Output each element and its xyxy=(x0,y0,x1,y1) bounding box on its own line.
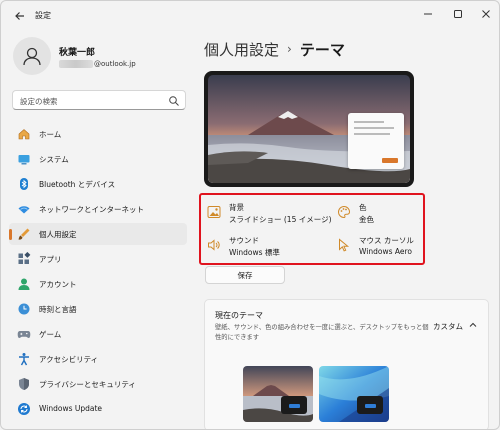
sidebar-item-time-language[interactable]: 時刻と言語 xyxy=(9,298,187,320)
background-value: スライドショー (15 イメージ) xyxy=(229,215,332,224)
theme-options-highlight: 背景 スライドショー (15 イメージ) 色 金色 サウンド Windows 標… xyxy=(199,193,425,265)
current-theme-description: 壁紙、サウンド、色の組み合わせを一度に選ぶと、デスクトップをもっと個性的にできま… xyxy=(215,324,429,341)
sidebar-item-bluetooth[interactable]: Bluetooth とデバイス xyxy=(9,173,187,195)
app-title: 設定 xyxy=(35,11,51,20)
cursor-value: Windows Aero xyxy=(359,247,412,256)
dialog-line xyxy=(354,127,394,129)
wallpaper-preview xyxy=(208,75,410,183)
sidebar-item-label: 個人用設定 xyxy=(39,230,77,239)
maximize-icon[interactable] xyxy=(443,4,473,24)
current-theme-title: 現在のテーマ xyxy=(215,311,263,320)
windows-update-icon xyxy=(18,403,30,415)
dialog-line xyxy=(354,121,384,123)
user-name: 秋葉一郎 xyxy=(59,48,96,58)
sound-option[interactable]: サウンド Windows 標準 xyxy=(205,232,315,262)
selection-indicator xyxy=(9,229,12,240)
theme-badge xyxy=(281,396,307,414)
speaker-icon xyxy=(208,239,220,251)
preview-dialog xyxy=(348,113,404,169)
sound-title: サウンド xyxy=(229,236,259,245)
search-icon xyxy=(169,96,179,106)
breadcrumb: 個人用設定 › テーマ xyxy=(204,37,345,61)
color-option[interactable]: 色 金色 xyxy=(335,199,421,229)
theme-thumbnail-landscape[interactable] xyxy=(243,366,313,422)
sidebar-item-system[interactable]: システム xyxy=(9,148,187,170)
sidebar-item-apps[interactable]: アプリ xyxy=(9,248,187,270)
user-icon xyxy=(23,47,41,66)
sidebar-item-label: システム xyxy=(39,155,69,164)
sidebar-item-windows-update[interactable]: Windows Update xyxy=(9,398,187,420)
theme-thumbnail-windows[interactable] xyxy=(319,366,389,422)
sidebar-item-gaming[interactable]: ゲーム xyxy=(9,323,187,345)
sidebar-item-accessibility[interactable]: アクセシビリティ xyxy=(9,348,187,370)
settings-window: 設定 秋葉一郎 @outlook.jp 設定の検索 ホーム システム Bluet… xyxy=(0,0,500,430)
privacy-shield-icon xyxy=(19,378,29,390)
sidebar-item-label: アプリ xyxy=(39,255,62,264)
search-placeholder: 設定の検索 xyxy=(20,97,58,106)
network-icon xyxy=(18,206,30,214)
theme-badge xyxy=(357,396,383,414)
sound-value: Windows 標準 xyxy=(229,248,280,257)
dialog-accent-button xyxy=(382,158,398,163)
picture-icon xyxy=(207,206,221,218)
sidebar-item-home[interactable]: ホーム xyxy=(9,123,187,145)
chevron-up-icon[interactable] xyxy=(468,320,478,330)
cursor-icon xyxy=(339,238,350,252)
time-language-icon xyxy=(18,303,30,315)
background-option[interactable]: 背景 スライドショー (15 イメージ) xyxy=(205,199,332,229)
email-redacted xyxy=(59,60,93,68)
breadcrumb-parent[interactable]: 個人用設定 xyxy=(204,39,279,60)
sidebar-item-label: Windows Update xyxy=(39,404,103,413)
current-theme-value: カスタム xyxy=(433,322,463,331)
user-email-text: @outlook.jp xyxy=(94,60,136,68)
theme-preview xyxy=(204,71,414,187)
sidebar-item-network[interactable]: ネットワークとインターネット xyxy=(9,198,187,220)
bluetooth-icon xyxy=(20,178,28,190)
sidebar-item-accounts[interactable]: アカウント xyxy=(9,273,187,295)
close-icon[interactable] xyxy=(471,4,499,24)
sidebar-item-personalization[interactable]: 個人用設定 xyxy=(9,223,187,245)
accessibility-icon xyxy=(19,353,29,366)
minimize-icon[interactable] xyxy=(413,4,443,24)
gaming-icon xyxy=(17,331,31,338)
breadcrumb-separator: › xyxy=(287,42,292,56)
sidebar-item-label: アクセシビリティ xyxy=(39,355,99,364)
home-icon xyxy=(18,129,30,140)
background-title: 背景 xyxy=(229,203,244,212)
user-email: @outlook.jp xyxy=(59,59,136,69)
sidebar-item-label: アカウント xyxy=(39,280,77,289)
cursor-title: マウス カーソル xyxy=(359,236,414,245)
account-icon xyxy=(18,278,30,290)
dialog-line xyxy=(354,133,390,135)
sidebar-item-label: プライバシーとセキュリティ xyxy=(39,380,136,389)
color-value: 金色 xyxy=(359,215,374,224)
personalization-icon xyxy=(18,228,30,240)
title-bar: 設定 xyxy=(1,1,499,31)
sidebar-item-privacy-security[interactable]: プライバシーとセキュリティ xyxy=(9,373,187,395)
sidebar-item-label: ゲーム xyxy=(39,330,62,339)
sidebar-item-label: 時刻と言語 xyxy=(39,305,77,314)
sidebar-item-label: Bluetooth とデバイス xyxy=(39,180,116,189)
avatar[interactable] xyxy=(13,37,51,75)
color-title: 色 xyxy=(359,203,367,212)
current-theme-card: 現在のテーマ 壁紙、サウンド、色の組み合わせを一度に選ぶと、デスクトップをもっと… xyxy=(204,299,489,429)
sidebar-item-label: ホーム xyxy=(39,130,62,139)
palette-icon xyxy=(338,205,350,219)
mouse-cursor-option[interactable]: マウス カーソル Windows Aero xyxy=(335,232,423,262)
page-title: テーマ xyxy=(299,40,345,59)
sidebar-item-label: ネットワークとインターネット xyxy=(39,205,144,214)
system-icon xyxy=(18,155,30,165)
back-arrow-icon[interactable] xyxy=(11,7,29,25)
apps-icon xyxy=(18,252,31,264)
save-button[interactable]: 保存 xyxy=(205,266,285,284)
search-input[interactable]: 設定の検索 xyxy=(12,90,186,110)
